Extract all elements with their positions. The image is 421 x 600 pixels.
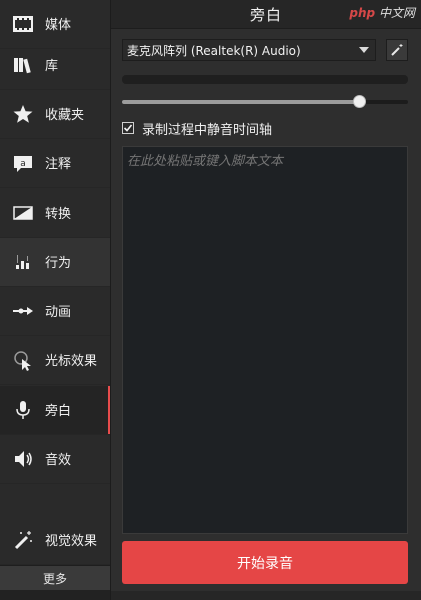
sidebar-item-behaviors[interactable]: 行为	[0, 238, 110, 287]
narration-panel: 旁白 php 中文网 麦克风阵列 (Realtek(R) Audio) 录制过程…	[111, 0, 421, 600]
mute-timeline-checkbox[interactable]	[122, 122, 134, 134]
panel-title: 旁白	[249, 5, 282, 24]
chevron-down-icon	[359, 47, 369, 53]
input-level-meter	[122, 75, 408, 84]
start-recording-button[interactable]: 开始录音	[122, 541, 408, 584]
transition-icon	[13, 206, 33, 220]
film-strip-icon	[13, 16, 33, 32]
star-icon	[13, 105, 33, 123]
watermark-brand: php	[349, 6, 376, 20]
sidebar-item-label: 转换	[45, 207, 72, 222]
sidebar-item-label: 库	[45, 59, 59, 74]
behavior-icon	[16, 255, 29, 269]
animation-arrow-icon	[13, 307, 33, 315]
more-label: 更多	[42, 572, 67, 586]
checkmark-icon	[123, 124, 133, 132]
sidebar-item-label: 旁白	[45, 404, 72, 419]
library-books-icon	[14, 58, 31, 74]
volume-slider-thumb[interactable]	[353, 95, 367, 108]
sidebar-item-narration[interactable]: 旁白	[0, 386, 110, 435]
sidebar-item-favorites[interactable]: 收藏夹	[0, 90, 110, 139]
annotation-bubble-icon: a	[14, 156, 32, 172]
sidebar-item-library[interactable]: 库	[0, 41, 110, 90]
sidebar-item-cursor-effects[interactable]: 光标效果	[0, 336, 110, 385]
sidebar-footer	[0, 590, 110, 600]
sidebar-item-visual-effects[interactable]: 视觉效果	[0, 516, 110, 565]
magic-wand-icon	[391, 44, 403, 56]
sidebar-item-label: 行为	[45, 256, 72, 271]
sidebar-item-label: 光标效果	[45, 354, 98, 369]
sidebar-item-label: 注释	[45, 157, 72, 172]
cursor-effect-icon	[14, 351, 31, 371]
mute-timeline-option[interactable]: 录制过程中静音时间轴	[122, 120, 273, 138]
panel-footer	[111, 591, 421, 600]
volume-slider-fill	[122, 100, 360, 104]
mute-timeline-label: 录制过程中静音时间轴	[142, 122, 273, 138]
audio-device-select[interactable]: 麦克风阵列 (Realtek(R) Audio)	[122, 39, 376, 61]
microphone-icon	[16, 401, 30, 419]
sidebar-item-label: 动画	[45, 305, 72, 320]
volume-slider[interactable]	[122, 95, 408, 108]
sidebar-item-label: 视觉效果	[45, 534, 98, 549]
script-text-area[interactable]	[122, 146, 408, 534]
sidebar-item-label: 音效	[45, 453, 72, 468]
watermark-text: 中文网	[378, 6, 415, 20]
panel-header: 旁白 php 中文网	[111, 0, 421, 29]
audio-device-value: 麦克风阵列 (Realtek(R) Audio)	[127, 43, 301, 58]
magic-wand-icon	[14, 531, 32, 550]
more-button[interactable]: 更多	[0, 565, 110, 591]
sidebar: 媒体 库 收藏夹 a 注释 转换 行为 动画 光标效果 旁白 音效 视觉效果 更…	[0, 0, 111, 600]
svg-text:a: a	[20, 159, 26, 169]
auto-level-button[interactable]	[386, 39, 408, 61]
speaker-icon	[15, 451, 32, 467]
sidebar-item-label: 收藏夹	[45, 108, 85, 123]
sidebar-item-animations[interactable]: 动画	[0, 287, 110, 336]
watermark: php 中文网	[349, 4, 415, 21]
sidebar-item-transitions[interactable]: 转换	[0, 189, 110, 238]
sidebar-item-label: 媒体	[45, 18, 72, 33]
sidebar-item-annotations[interactable]: a 注释	[0, 139, 110, 188]
sidebar-item-audio-effects[interactable]: 音效	[0, 435, 110, 484]
